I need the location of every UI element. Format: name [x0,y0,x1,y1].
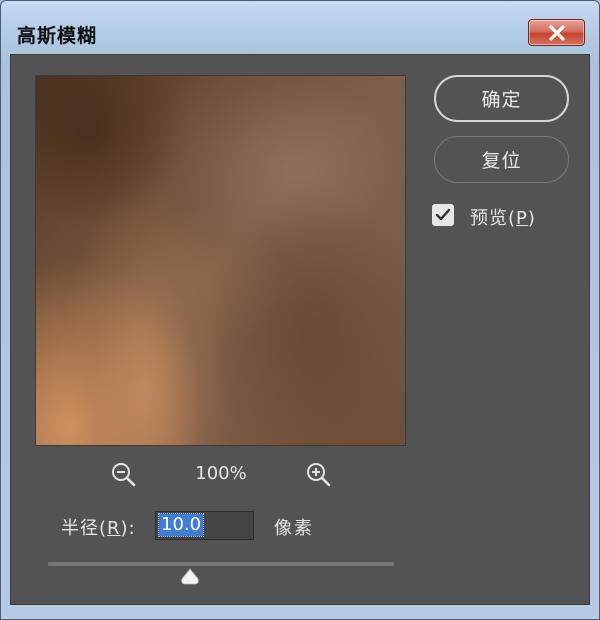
slider-thumb-icon [181,568,199,585]
radius-slider-track[interactable] [48,562,394,566]
preview-checkbox[interactable] [432,204,454,226]
preview-label-mnemonic: P [516,208,528,229]
title-bar[interactable]: 高斯模糊 [1,1,599,51]
window-title: 高斯模糊 [17,25,98,47]
radius-label: 半径(R): [61,514,136,540]
gaussian-blur-dialog: 高斯模糊 100% 半径(R): 10.0 像素 确定 复位 预览(P) [0,0,600,620]
radius-label-prefix: 半径( [61,518,108,539]
dialog-body: 100% 半径(R): 10.0 像素 确定 复位 预览(P) [10,54,590,605]
ok-button[interactable]: 确定 [434,75,569,122]
radius-label-suffix: ): [120,518,136,539]
zoom-out-icon [112,463,136,487]
preview-checkbox-label[interactable]: 预览(P) [470,204,536,230]
zoom-out-button[interactable] [110,461,136,487]
zoom-in-button[interactable] [305,461,331,487]
preview-image[interactable] [35,75,406,446]
preview-label-suffix: ) [527,208,536,229]
checkmark-icon [435,208,451,221]
radius-label-mnemonic: R [107,518,121,539]
close-icon [548,24,565,41]
radius-unit: 像素 [274,518,314,539]
radius-input[interactable]: 10.0 [155,511,254,540]
radius-value: 10.0 [157,513,205,537]
radius-slider-thumb[interactable] [180,568,200,585]
reset-button[interactable]: 复位 [434,136,569,183]
close-button[interactable] [528,19,585,46]
zoom-level: 100% [195,463,247,484]
zoom-in-icon [307,463,331,487]
preview-label-prefix: 预览( [470,208,517,229]
